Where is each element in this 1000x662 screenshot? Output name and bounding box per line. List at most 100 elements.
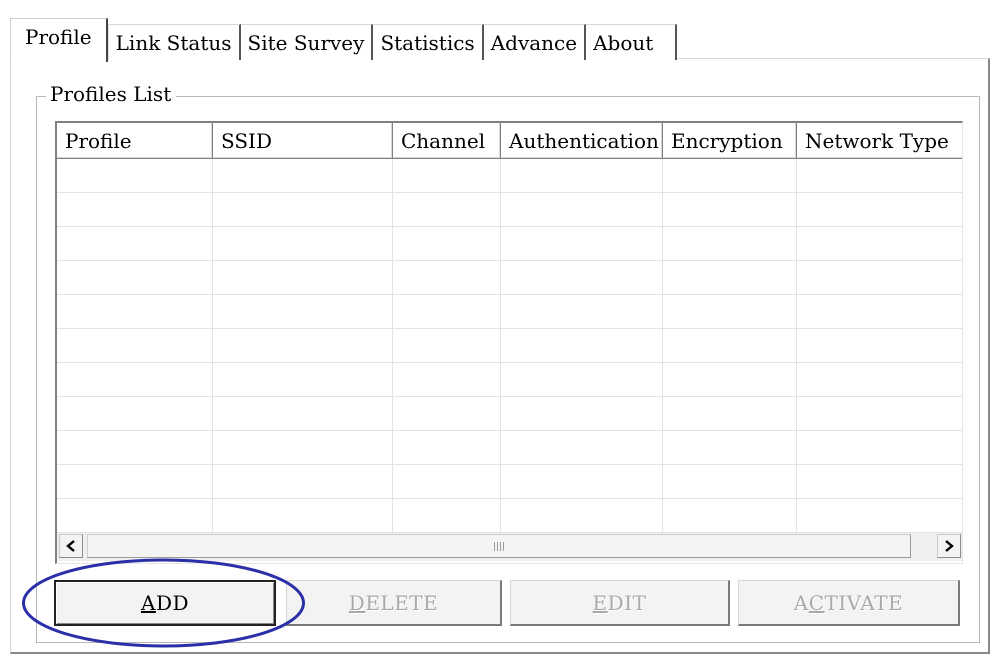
list-item[interactable] [57, 159, 962, 193]
edit-label: DIT [607, 590, 647, 615]
list-cell [501, 499, 663, 532]
column-header-network-type[interactable]: Network Type [797, 123, 962, 159]
left-arrow-icon [66, 540, 75, 552]
list-cell [213, 465, 393, 498]
tab-profile[interactable]: Profile [10, 18, 108, 62]
profiles-list-label: Profiles List [46, 81, 177, 107]
list-cell [501, 329, 663, 362]
tab-statistics[interactable]: Statistics [373, 24, 484, 60]
horizontal-scrollbar[interactable] [57, 533, 962, 561]
list-header: Profile SSID Channel Authentication Encr… [57, 123, 962, 159]
list-cell [57, 261, 213, 294]
tab-about[interactable]: About [586, 24, 678, 60]
list-cell [663, 465, 797, 498]
column-header-channel[interactable]: Channel [393, 123, 501, 159]
list-cell [501, 159, 663, 192]
list-item[interactable] [57, 397, 962, 431]
list-cell [393, 261, 501, 294]
list-cell [57, 363, 213, 396]
list-cell [797, 431, 962, 464]
list-rows [57, 159, 962, 533]
list-cell [797, 465, 962, 498]
list-cell [663, 159, 797, 192]
list-item[interactable] [57, 193, 962, 227]
list-cell [393, 227, 501, 260]
list-cell [213, 431, 393, 464]
list-cell [393, 397, 501, 430]
add-button[interactable]: ADD [54, 580, 276, 626]
list-cell [57, 397, 213, 430]
list-item[interactable] [57, 499, 962, 533]
list-cell [57, 329, 213, 362]
right-arrow-icon [945, 540, 954, 552]
list-cell [663, 329, 797, 362]
activate-label: TIVATE [824, 590, 904, 615]
list-cell [393, 193, 501, 226]
list-cell [393, 363, 501, 396]
list-cell [501, 227, 663, 260]
list-cell [797, 227, 962, 260]
profile-window: Profile Link Status Site Survey Statisti… [0, 0, 1000, 662]
list-item[interactable] [57, 261, 962, 295]
list-cell [663, 397, 797, 430]
list-cell [797, 295, 962, 328]
scroll-left-button[interactable] [59, 534, 83, 558]
activate-label-pre: A [793, 590, 809, 615]
list-cell [213, 159, 393, 192]
list-cell [501, 261, 663, 294]
tab-advance[interactable]: Advance [483, 24, 587, 60]
scroll-right-button[interactable] [937, 534, 961, 558]
list-item[interactable] [57, 465, 962, 499]
delete-label: ELETE [365, 590, 439, 615]
tab-link-status[interactable]: Link Status [107, 24, 241, 60]
list-cell [501, 431, 663, 464]
list-cell [213, 499, 393, 532]
list-item[interactable] [57, 363, 962, 397]
list-cell [393, 499, 501, 532]
list-item[interactable] [57, 431, 962, 465]
list-cell [501, 193, 663, 226]
scroll-thumb[interactable] [87, 534, 911, 558]
tab-site-survey[interactable]: Site Survey [240, 24, 374, 60]
list-cell [213, 295, 393, 328]
list-cell [663, 193, 797, 226]
list-cell [663, 295, 797, 328]
list-cell [797, 193, 962, 226]
list-cell [797, 499, 962, 532]
edit-button[interactable]: EDIT [510, 580, 730, 626]
list-cell [663, 227, 797, 260]
list-cell [393, 159, 501, 192]
list-item[interactable] [57, 227, 962, 261]
list-cell [57, 193, 213, 226]
list-cell [57, 159, 213, 192]
list-item[interactable] [57, 329, 962, 363]
list-cell [57, 431, 213, 464]
column-header-encryption[interactable]: Encryption [663, 123, 797, 159]
list-cell [501, 363, 663, 396]
column-header-profile[interactable]: Profile [57, 123, 213, 159]
list-cell [57, 227, 213, 260]
list-cell [797, 397, 962, 430]
grip-icon [494, 541, 504, 551]
list-cell [797, 363, 962, 396]
activate-button[interactable]: ACTIVATE [738, 580, 960, 626]
list-item[interactable] [57, 295, 962, 329]
delete-button[interactable]: DELETE [286, 580, 502, 626]
activate-mnemonic: C [808, 590, 825, 615]
list-cell [797, 159, 962, 192]
list-cell [213, 193, 393, 226]
list-cell [57, 295, 213, 328]
list-cell [213, 227, 393, 260]
list-cell [663, 363, 797, 396]
list-cell [663, 431, 797, 464]
add-label: DD [155, 591, 190, 615]
column-header-ssid[interactable]: SSID [213, 123, 393, 159]
column-header-authentication[interactable]: Authentication [501, 123, 663, 159]
profiles-list-view[interactable]: Profile SSID Channel Authentication Encr… [55, 121, 963, 564]
list-cell [213, 363, 393, 396]
list-cell [213, 329, 393, 362]
list-cell [393, 431, 501, 464]
list-cell [213, 261, 393, 294]
list-cell [213, 397, 393, 430]
list-cell [57, 465, 213, 498]
